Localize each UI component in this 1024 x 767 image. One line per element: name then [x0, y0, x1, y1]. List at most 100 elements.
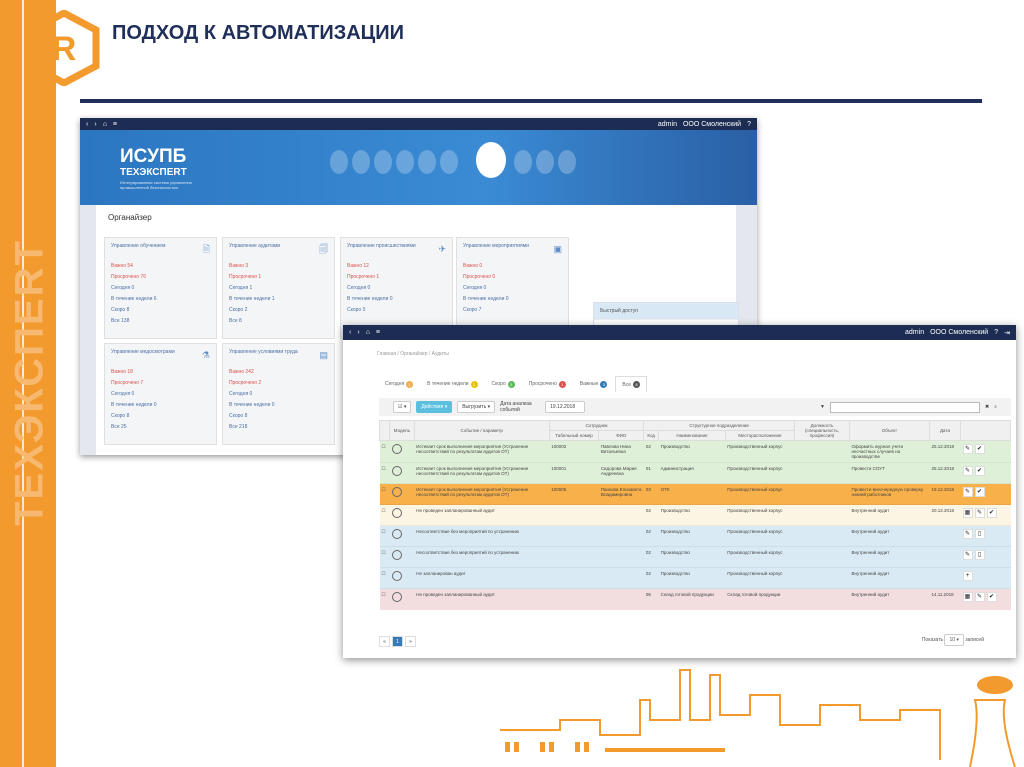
card-stat[interactable]: Просрочено 76 — [111, 272, 210, 283]
row-action-button[interactable]: ✔ — [974, 487, 985, 497]
logout-icon[interactable]: ⇥ — [1004, 329, 1010, 337]
card-stat[interactable]: Скоро 8 — [111, 411, 210, 422]
row-action-button[interactable]: ✎ — [962, 444, 973, 454]
card-stat[interactable]: Сегодня 1 — [229, 283, 328, 294]
table-row[interactable]: ☐ Истекает срок выполнения мероприятия (У… — [379, 462, 1011, 484]
row-action-button[interactable]: ✔ — [974, 466, 985, 476]
org-name[interactable]: ООО Смоленский — [930, 329, 988, 336]
row-action-button[interactable]: ✎ — [962, 529, 973, 539]
card-stat[interactable]: Сегодня 0 — [229, 389, 328, 400]
table-row[interactable]: ☐ Не проведен запланированный аудит 06 Скла… — [379, 588, 1011, 610]
tab-filter[interactable]: Сегодня 1 — [379, 376, 419, 392]
card-stat[interactable]: Просрочено 1 — [347, 272, 446, 283]
card-stat[interactable]: Важно 18 — [111, 367, 210, 378]
card-stat[interactable]: Все 8 — [229, 316, 328, 327]
table-row[interactable]: ☐ Несоответствие без мероприятий по устра… — [379, 525, 1011, 547]
actions-button[interactable]: Действия ▾ — [416, 401, 453, 413]
card-stat[interactable]: В течение недели 1 — [229, 294, 328, 305]
export-button[interactable]: Выгрузить ▾ — [457, 401, 496, 413]
row-action-button[interactable]: ▯ — [974, 550, 985, 560]
row-action-button[interactable]: ▯ — [974, 529, 985, 539]
card-stat[interactable]: Сегодня 0 — [347, 283, 446, 294]
card-stat[interactable]: Все 218 — [229, 422, 328, 433]
row-checkbox[interactable]: ☐ — [382, 444, 386, 449]
card-stat[interactable]: В течение недели 0 — [111, 400, 210, 411]
prev-page[interactable]: « — [379, 636, 390, 647]
card-stat[interactable]: Просрочено 1 — [229, 272, 328, 283]
org-name[interactable]: ООО Смоленский — [683, 121, 741, 128]
organizer-card[interactable]: ▤ Управление условиями труда Важно 242 Прос… — [222, 343, 335, 445]
row-action-button[interactable]: ▦ — [962, 508, 973, 518]
card-stat[interactable]: Важно 12 — [347, 261, 446, 272]
tab-filter[interactable]: Просрочено 1 — [523, 376, 572, 392]
row-action-button[interactable]: ✎ — [974, 592, 985, 602]
table-row[interactable]: ☐ Не проведен запланированный аудит 02 Прои… — [379, 504, 1011, 526]
user-name[interactable]: admin — [658, 121, 677, 128]
breadcrumb[interactable]: Главная / Органайзер / Аудиты — [377, 351, 449, 357]
row-action-button[interactable]: ✔ — [986, 508, 997, 518]
card-stat[interactable]: Все 25 — [111, 422, 210, 433]
search-icon[interactable]: ⌕ — [994, 404, 997, 410]
organizer-card[interactable]: 🗐 Управление аудитами Важно 3 Просрочено 1С… — [222, 237, 335, 339]
row-checkbox[interactable]: ☐ — [382, 571, 386, 576]
tab-filter[interactable]: Все 8 — [615, 376, 648, 392]
menu-icon[interactable]: ≡ — [376, 329, 380, 336]
row-action-button[interactable]: ✔ — [986, 592, 997, 602]
card-stat[interactable]: Сегодня 0 — [463, 283, 562, 294]
filter-icon[interactable]: ▼ — [820, 404, 825, 410]
card-stat[interactable]: Скоро 7 — [463, 305, 562, 316]
back-icon[interactable]: ‹ — [86, 121, 88, 128]
card-stat[interactable]: Скоро 8 — [229, 411, 328, 422]
card-stat[interactable]: Скоро 2 — [229, 305, 328, 316]
row-action-button[interactable]: ✎ — [962, 487, 973, 497]
row-checkbox[interactable]: ☐ — [382, 550, 386, 555]
card-stat[interactable]: В течение недели 0 — [463, 294, 562, 305]
date-input[interactable]: 19.12.2018 — [545, 401, 586, 413]
card-stat[interactable]: Важно 54 — [111, 261, 210, 272]
page-size-select[interactable]: 10 ▾ — [944, 634, 964, 646]
card-stat[interactable]: Сегодня 0 — [111, 389, 210, 400]
search-input[interactable] — [829, 401, 980, 413]
card-stat[interactable]: Все 138 — [111, 316, 210, 327]
card-stat[interactable]: Сегодня 0 — [111, 283, 210, 294]
help-icon[interactable]: ? — [994, 329, 998, 336]
row-checkbox[interactable]: ☐ — [382, 508, 386, 513]
row-action-button[interactable]: ▦ — [962, 592, 973, 602]
next-page[interactable]: » — [405, 636, 416, 647]
page-1[interactable]: 1 — [392, 636, 403, 647]
card-stat[interactable]: В течение недели 0 — [229, 400, 328, 411]
card-stat[interactable]: Важно 3 — [229, 261, 328, 272]
card-stat[interactable]: Важно 242 — [229, 367, 328, 378]
card-stat[interactable]: Важно 0 — [463, 261, 562, 272]
organizer-card[interactable]: 🗎 Управление обучением Важно 54 Просрочено … — [104, 237, 217, 339]
row-checkbox[interactable]: ☐ — [382, 592, 386, 597]
row-checkbox[interactable]: ☐ — [382, 487, 386, 492]
row-checkbox[interactable]: ☐ — [382, 529, 386, 534]
tab-filter[interactable]: Важные 3 — [574, 376, 614, 392]
card-stat[interactable]: Скоро 8 — [111, 305, 210, 316]
organizer-card[interactable]: ▣ Управление мероприятиями Важно 0 Просроче… — [456, 237, 569, 339]
card-stat[interactable]: В течение недели 0 — [347, 294, 446, 305]
card-stat[interactable]: Просрочено 0 — [463, 272, 562, 283]
organizer-card[interactable]: ⚗ Управление медосмотрами Важно 18 Просроче… — [104, 343, 217, 445]
row-checkbox[interactable]: ☐ — [382, 466, 386, 471]
table-row[interactable]: ☐ Истекает срок выполнения мероприятия (У… — [379, 440, 1011, 463]
table-row[interactable]: ☐ Не запланирован аудит 02 Производство Прои… — [379, 567, 1011, 589]
organizer-card[interactable]: ✈ Управление происшествиями Важно 12 Просро… — [340, 237, 453, 339]
row-action-button[interactable]: ✎ — [974, 508, 985, 518]
row-action-button[interactable]: ✎ — [962, 466, 973, 476]
tab-filter[interactable]: В течение недели 1 — [421, 376, 483, 392]
select-all-checkbox[interactable]: ☑ ▾ — [393, 401, 412, 413]
card-stat[interactable]: Скоро 0 — [347, 305, 446, 316]
row-action-button[interactable]: ✔ — [974, 444, 985, 454]
row-action-button[interactable]: + — [962, 571, 973, 581]
card-stat[interactable]: В течение недели 6 — [111, 294, 210, 305]
table-row[interactable]: ☐ Истекает срок выполнения мероприятия (У… — [379, 483, 1011, 505]
forward-icon[interactable]: › — [94, 121, 96, 128]
card-stat[interactable]: Просрочено 7 — [111, 378, 210, 389]
back-icon[interactable]: ‹ — [349, 329, 351, 336]
home-icon[interactable]: ⌂ — [103, 121, 107, 128]
user-name[interactable]: admin — [905, 329, 924, 336]
row-action-button[interactable]: ✎ — [962, 550, 973, 560]
help-icon[interactable]: ? — [747, 121, 751, 128]
